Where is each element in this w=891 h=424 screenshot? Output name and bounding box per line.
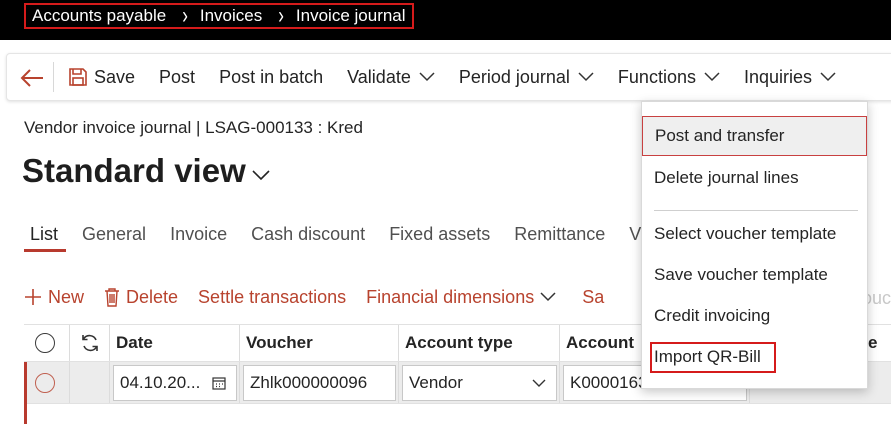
back-button[interactable] xyxy=(13,59,51,95)
grid-toolbar: New Delete Settle transactions Financial… xyxy=(24,284,624,310)
validate-menu-button[interactable]: Validate xyxy=(335,59,447,95)
row-account-type-cell: Vendor xyxy=(399,362,560,403)
column-header-voucher[interactable]: Voucher xyxy=(240,325,399,361)
delete-label: Delete xyxy=(126,286,179,307)
chevron-down-icon xyxy=(540,292,556,302)
post-button[interactable]: Post xyxy=(147,59,207,95)
post-in-batch-button[interactable]: Post in batch xyxy=(207,59,335,95)
chevron-down-icon xyxy=(704,72,720,82)
highlight-annotation xyxy=(650,342,776,373)
new-button[interactable]: New xyxy=(24,287,84,308)
refresh-cell[interactable] xyxy=(70,325,110,361)
breadcrumb-invoice-journal[interactable]: Invoice journal xyxy=(296,6,406,26)
date-field[interactable]: 04.10.20... xyxy=(113,365,237,401)
breadcrumb-separator-icon: › xyxy=(182,2,188,29)
chevron-down-icon xyxy=(252,169,270,180)
save-label: Save xyxy=(94,66,136,87)
calendar-icon[interactable] xyxy=(212,376,226,390)
tab-remittance[interactable]: Remittance xyxy=(502,220,617,256)
menu-item-post-and-transfer[interactable]: Post and transfer xyxy=(642,116,867,156)
inquiries-label: Inquiries xyxy=(743,66,813,87)
chevron-down-icon xyxy=(419,72,435,82)
back-arrow-icon xyxy=(20,69,43,87)
period-journal-label: Period journal xyxy=(458,66,570,87)
row-select-radio[interactable] xyxy=(35,372,55,393)
breadcrumb: Accounts payable › Invoices › Invoice jo… xyxy=(24,2,414,29)
select-all-cell[interactable] xyxy=(24,325,70,361)
functions-menu-button[interactable]: Functions xyxy=(606,59,732,95)
voucher-field[interactable]: Zhlk000000096 xyxy=(243,365,396,401)
column-header-date[interactable]: Date xyxy=(110,325,240,361)
date-value: 04.10.20... xyxy=(120,373,201,392)
tab-cash-discount[interactable]: Cash discount xyxy=(239,220,377,256)
inquiries-menu-button[interactable]: Inquiries xyxy=(732,59,848,95)
row-status-cell xyxy=(70,362,110,403)
tab-fixed-assets[interactable]: Fixed assets xyxy=(377,220,502,256)
refresh-icon xyxy=(81,334,98,352)
save-icon xyxy=(69,68,87,86)
trash-icon xyxy=(105,288,120,307)
breadcrumb-invoices[interactable]: Invoices xyxy=(200,6,262,26)
delete-button[interactable]: Delete xyxy=(104,287,178,308)
page-title: Standard view xyxy=(22,152,246,189)
menu-item-credit-invoicing[interactable]: Credit invoicing xyxy=(642,296,867,336)
row-date-cell: 04.10.20... xyxy=(110,362,240,403)
account-type-select[interactable]: Vendor xyxy=(402,365,557,401)
menu-item-delete-journal-lines[interactable]: Delete journal lines xyxy=(642,158,867,198)
truncated-action-label: Sa xyxy=(582,286,605,307)
select-all-radio[interactable] xyxy=(35,333,55,353)
breadcrumb-accounts-payable[interactable]: Accounts payable xyxy=(32,6,166,26)
chevron-down-icon xyxy=(532,379,546,387)
breadcrumb-separator-icon: › xyxy=(278,2,284,29)
column-header-voucher-label: Voucher xyxy=(246,333,313,352)
menu-item-save-voucher-template[interactable]: Save voucher template xyxy=(642,255,867,295)
settle-transactions-label: Settle transactions xyxy=(198,286,347,307)
column-header-account-type[interactable]: Account type xyxy=(399,325,560,361)
tab-strip: List General Invoice Cash discount Fixed… xyxy=(18,220,653,256)
chevron-down-icon xyxy=(578,72,594,82)
tab-invoice[interactable]: Invoice xyxy=(158,220,239,256)
voucher-value: Zhlk000000096 xyxy=(250,373,368,392)
menu-separator xyxy=(654,210,858,211)
menu-item-select-voucher-template[interactable]: Select voucher template xyxy=(642,214,867,254)
row-select-cell[interactable] xyxy=(24,362,70,403)
truncated-action-button[interactable]: Sa xyxy=(582,287,604,308)
save-button[interactable]: Save xyxy=(58,59,147,95)
financial-dimensions-label: Financial dimensions xyxy=(366,286,535,307)
settle-transactions-button[interactable]: Settle transactions xyxy=(198,287,346,308)
tab-general[interactable]: General xyxy=(70,220,158,256)
column-header-account-type-label: Account type xyxy=(405,333,513,352)
column-header-date-label: Date xyxy=(116,333,153,352)
post-label: Post xyxy=(159,66,196,87)
top-navigation-bar: Accounts payable › Invoices › Invoice jo… xyxy=(0,0,891,40)
account-type-value: Vendor xyxy=(409,373,463,392)
new-label: New xyxy=(48,286,85,307)
financial-dimensions-button[interactable]: Financial dimensions xyxy=(366,287,562,308)
column-header-account-label: Account xyxy=(566,333,634,352)
validate-label: Validate xyxy=(347,66,411,87)
action-pane: Save Post Post in batch Validate Period … xyxy=(6,53,891,101)
plus-icon xyxy=(25,289,41,305)
functions-dropdown-menu: Post and transfer Delete journal lines S… xyxy=(641,101,868,389)
period-journal-menu-button[interactable]: Period journal xyxy=(447,59,606,95)
post-in-batch-label: Post in batch xyxy=(219,66,324,87)
account-value: K0000163 xyxy=(570,373,648,392)
action-pane-divider xyxy=(53,62,54,92)
functions-label: Functions xyxy=(617,66,696,87)
view-selector[interactable]: Standard view xyxy=(22,152,270,190)
row-voucher-cell: Zhlk000000096 xyxy=(240,362,399,403)
tab-list[interactable]: List xyxy=(18,220,70,256)
page-caption: Vendor invoice journal | LSAG-000133 : K… xyxy=(24,118,363,137)
row-focus-indicator xyxy=(24,404,27,424)
chevron-down-icon xyxy=(820,72,836,82)
